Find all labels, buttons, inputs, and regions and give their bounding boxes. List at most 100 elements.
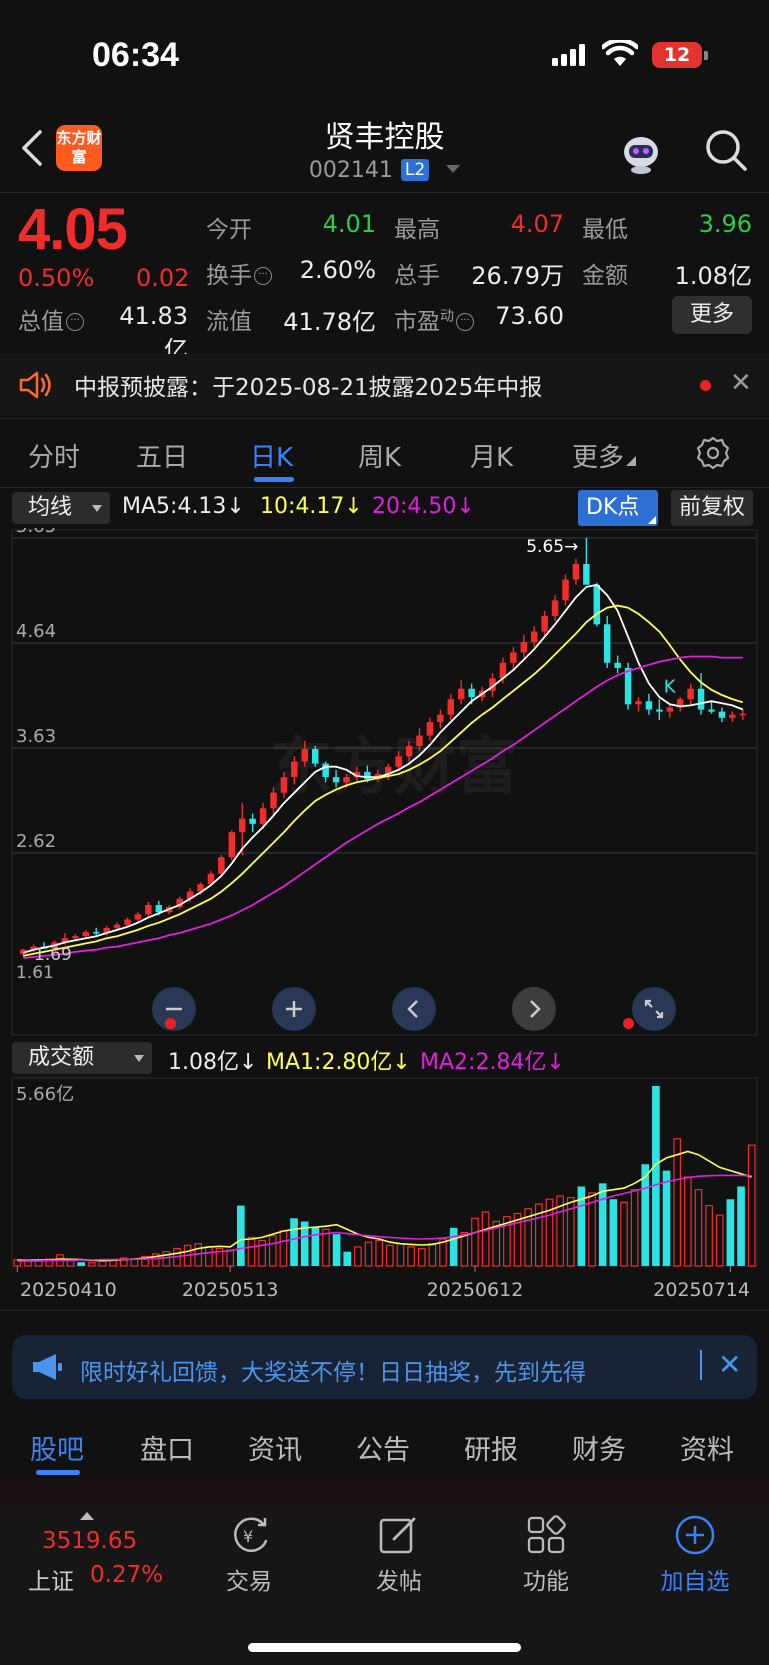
info-icon[interactable]: ···: [66, 313, 84, 331]
volume-bar: [609, 1199, 618, 1266]
candle-body: [593, 584, 601, 625]
candle-body: [614, 662, 621, 668]
gear-icon[interactable]: [696, 436, 730, 470]
close-icon[interactable]: ✕: [730, 368, 752, 398]
volume-bar: [268, 1235, 277, 1267]
candle-body: [113, 924, 121, 928]
trade-icon[interactable]: ¥: [228, 1515, 272, 1555]
volume-chart[interactable]: 5.66亿 20250410 20250513 20250612 20250714: [0, 1076, 769, 1316]
speaker-icon: [19, 371, 51, 399]
index-name[interactable]: 上证: [28, 1562, 74, 1596]
nav-functions-label[interactable]: 功能: [496, 1562, 596, 1596]
volume-bar: [226, 1249, 235, 1267]
tab-monthly-k[interactable]: 月K: [470, 437, 513, 474]
home-indicator: [248, 1643, 521, 1652]
candle-body: [280, 777, 288, 793]
volume-bar: [385, 1244, 394, 1267]
add-watchlist-icon[interactable]: [674, 1514, 716, 1556]
volume-bar: [311, 1227, 320, 1266]
search-icon[interactable]: [704, 128, 748, 172]
tab-forum[interactable]: 股吧: [30, 1428, 84, 1467]
index-expand-icon[interactable]: [80, 1512, 94, 1520]
promo-text[interactable]: 限时好礼回馈，大奖送不停！日日抽奖，先到先得: [80, 1353, 586, 1387]
info-icon[interactable]: ···: [456, 313, 474, 331]
ma1-value: MA1:2.80亿↓: [266, 1050, 411, 1075]
tab-order-book[interactable]: 盘口: [140, 1428, 194, 1467]
candle-body: [510, 652, 517, 663]
tab-more[interactable]: 更多: [572, 437, 637, 474]
volume-bar: [694, 1189, 703, 1267]
dk-point-button[interactable]: DK点: [578, 490, 658, 526]
battery-level: 12: [652, 42, 702, 68]
tab-weekly-k[interactable]: 周K: [358, 437, 401, 474]
volume-bar: [66, 1259, 75, 1267]
candle-body: [603, 624, 611, 663]
x-tick-label: 20250513: [182, 1279, 279, 1301]
low-label: 最低: [582, 217, 628, 243]
tab-profile[interactable]: 资料: [680, 1428, 734, 1467]
volume-bar: [460, 1232, 469, 1267]
fullscreen-button[interactable]: [632, 987, 676, 1031]
tab-research[interactable]: 研报: [464, 1428, 518, 1467]
candle-body: [447, 699, 455, 715]
compose-icon[interactable]: [378, 1515, 420, 1555]
index-change[interactable]: 0.27%: [90, 1562, 163, 1588]
wifi-icon: [602, 40, 638, 66]
volume-bar: [396, 1243, 405, 1267]
caret-icon: [626, 456, 637, 466]
volume-bar: [98, 1260, 107, 1267]
market-cap-label: 总值 ···: [18, 302, 84, 336]
volume-bar: [630, 1189, 639, 1267]
candle-body: [426, 722, 434, 736]
candle-body: [468, 688, 475, 698]
volume-bar: [290, 1218, 298, 1266]
tab-five-day[interactable]: 五日: [136, 437, 188, 474]
high-price-marker: 5.65→: [526, 537, 578, 557]
candle-body: [666, 707, 674, 712]
notice-text[interactable]: 中报预披露：于2025-08-21披露2025年中报: [74, 368, 542, 402]
x-tick-label: 20250410: [20, 1279, 117, 1301]
candle-body: [551, 600, 559, 616]
volume-bar: [407, 1246, 415, 1267]
close-icon[interactable]: ✕: [718, 1348, 741, 1381]
candle-body: [729, 714, 736, 718]
y-tick-label: 3.63: [16, 726, 56, 747]
svg-text:¥: ¥: [243, 1527, 253, 1546]
volume-label: 总手: [394, 263, 440, 289]
more-quote-button[interactable]: 更多: [672, 296, 752, 334]
volume-bar: [247, 1236, 256, 1267]
index-value[interactable]: 3519.65: [42, 1528, 137, 1554]
open-value: 4.01: [322, 210, 376, 238]
tab-news[interactable]: 资讯: [248, 1428, 302, 1467]
zoom-in-button[interactable]: [272, 987, 316, 1031]
scroll-right-button[interactable]: [512, 987, 556, 1031]
nav-add-watchlist-label[interactable]: 加自选: [645, 1562, 745, 1596]
tab-announcements[interactable]: 公告: [356, 1428, 410, 1467]
pe-label: 市盈动 ···: [394, 302, 474, 336]
adjust-mode-button[interactable]: 前复权: [671, 490, 753, 526]
scroll-left-button[interactable]: [392, 987, 436, 1031]
robot-assistant-icon[interactable]: [618, 130, 664, 174]
tab-daily-k[interactable]: 日K: [250, 437, 293, 474]
kline-chart[interactable]: 东方财富 5.65 4.64 3.63 2.62 5.65→ 1.691.61 K: [0, 528, 769, 1038]
volume-bar: [428, 1243, 437, 1267]
amount-indicator-value: 1.08亿↓: [168, 1050, 258, 1075]
tab-finance[interactable]: 财务: [572, 1428, 626, 1467]
nav-trade-label[interactable]: 交易: [199, 1562, 299, 1596]
tab-intraday[interactable]: 分时: [28, 437, 80, 474]
volume-indicator-dropdown[interactable]: 成交额: [12, 1042, 152, 1074]
candle-body: [155, 904, 163, 913]
candle-body: [405, 745, 413, 757]
nav-post-label[interactable]: 发帖: [349, 1562, 449, 1596]
info-icon[interactable]: ···: [254, 267, 272, 285]
candle-body: [530, 631, 538, 642]
volume-bar: [87, 1262, 96, 1267]
volume-max-label: 5.66亿: [16, 1084, 74, 1105]
candle-body: [124, 919, 131, 925]
ma-dropdown[interactable]: 均线: [12, 492, 110, 524]
apps-grid-icon[interactable]: [526, 1515, 566, 1555]
volume-bar: [236, 1205, 245, 1266]
low-price-marker: 1.69: [34, 945, 72, 965]
stock-code: 002141: [308, 158, 393, 183]
y-tick-label: 4.64: [16, 621, 56, 642]
